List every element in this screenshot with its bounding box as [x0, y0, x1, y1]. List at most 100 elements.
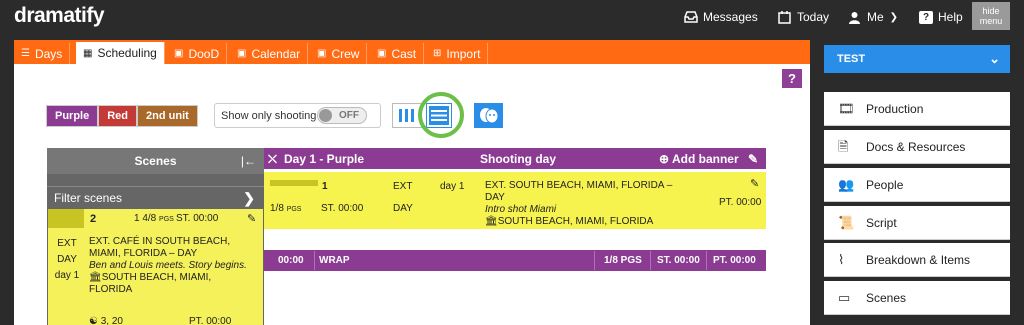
pencil-icon[interactable]: ✎ [748, 152, 758, 166]
scene-time-of-day: DAY [57, 254, 77, 265]
filter-2nd-unit-button[interactable]: 2nd unit [137, 105, 198, 127]
tab-label: Crew [331, 46, 360, 61]
sidebar-item-people[interactable]: 👥 People [824, 168, 1010, 202]
chevron-down-icon: ❯ [889, 11, 899, 23]
add-banner-button[interactable]: ⊕ Add banner [659, 152, 739, 166]
tab-days[interactable]: ☰ Days [14, 43, 71, 64]
theater-masks-icon [480, 108, 499, 124]
sidebar-item-breakdown[interactable]: ⌇ Breakdown & Items [824, 243, 1010, 277]
row-synopsis: Intro shot Miami [485, 204, 557, 215]
calendar-icon: ▣ [377, 48, 387, 59]
logo[interactable]: dramatify [14, 4, 105, 28]
row-pages: 1/8 PGS [270, 203, 301, 214]
row-pages-unit: PGS [286, 206, 302, 213]
row-location-text: SOUTH BEACH, MIAMI, FLORIDA [497, 216, 654, 227]
row-scene-number: 1 [322, 181, 328, 192]
tab-calendar[interactable]: ▣ Calendar [230, 43, 309, 64]
scene-synopsis: Ben and Louis meets. Story begins. [89, 260, 247, 271]
scene-color-strip [270, 180, 318, 186]
document-icon: 🗎 [838, 139, 849, 154]
project-selector[interactable]: TEST ⌄ [824, 45, 1010, 73]
filter-scenes-row[interactable]: Filter scenes ❯ [47, 186, 264, 208]
pencil-icon[interactable]: ✎ [247, 212, 256, 225]
scene-location: 🏛SOUTH BEACH, MIAMI, FLORIDA [89, 272, 257, 296]
show-only-shooting: Show only shooting OFF [214, 103, 381, 128]
add-banner-label: Add banner [671, 152, 739, 166]
day-scene-row[interactable]: 1 EXT day 1 1/8 PGS ST. 00:00 DAY EXT. S… [264, 172, 766, 229]
breakdown-icon: ⌇ [838, 252, 845, 267]
toggle-state: OFF [339, 110, 359, 121]
tab-import[interactable]: ⊞ Import [426, 43, 489, 64]
sidebar-item-production[interactable]: 🎞 Production [824, 92, 1010, 126]
sidebar-item-script[interactable]: 📜 Script [824, 206, 1010, 240]
location-icon: 🏛 [485, 216, 498, 227]
sidebar-item-scenes[interactable]: ▭ Scenes [824, 281, 1010, 315]
shooting-day-header: ⛌ Day 1 - Purple Shooting day ⊕ Add bann… [264, 148, 766, 169]
top-bar: dramatify Messages Today Me ❯ ? Help hid… [0, 0, 1024, 36]
list-icon: ☰ [21, 48, 30, 59]
shooting-day-label: Shooting day [480, 152, 556, 166]
sidebar-item-docs[interactable]: 🗎 Docs & Resources [824, 130, 1010, 164]
tab-cast[interactable]: ▣ Cast [370, 43, 425, 64]
separator [650, 251, 651, 270]
drama-view-button[interactable] [474, 103, 503, 128]
hide-menu-line-2: menu [979, 16, 1003, 26]
me-menu[interactable]: Me ❯ [848, 10, 898, 24]
cast-icon: ☯ [89, 316, 98, 325]
row-start-time: ST. 00:00 [321, 203, 364, 214]
scene-day: day 1 [54, 270, 80, 281]
scenes-title: Scenes [134, 154, 177, 168]
grid-icon: ▦ [83, 47, 93, 59]
scene-footer: ☯ 3, 20 PT. 00:00 [89, 316, 259, 325]
script-icon: 📜 [838, 215, 855, 230]
help-button[interactable]: ? [782, 69, 802, 88]
tab-label: Import [446, 46, 481, 61]
inbox-icon [684, 10, 698, 24]
scenes-panel: Scenes |← Filter scenes ❯ 2 1 4/8 PGS ST… [47, 148, 264, 325]
separator [314, 251, 315, 270]
question-icon: ? [919, 10, 933, 24]
columns-icon [399, 109, 414, 122]
tab-label: Calendar [251, 46, 301, 61]
calendar-icon: ▣ [237, 48, 247, 59]
scenes-icon: ▭ [838, 290, 851, 305]
filter-red-button[interactable]: Red [98, 105, 138, 127]
scene-cast: 3, 20 [100, 316, 123, 325]
wrap-start: ST. 00:00 [657, 255, 700, 266]
row-location: 🏛SOUTH BEACH, MIAMI, FLORIDA [485, 216, 675, 228]
highlight-ring [418, 92, 464, 138]
sidebar: TEST ⌄ 🎞 Production 🗎 Docs & Resources 👥… [810, 36, 1024, 325]
scene-pages-value: 1 4/8 [134, 213, 157, 224]
hide-menu-line-1: hide [982, 6, 1000, 16]
separator [594, 251, 595, 270]
hide-menu-button[interactable]: hide menu [972, 2, 1010, 30]
messages-link[interactable]: Messages [684, 10, 758, 24]
scene-card[interactable]: 2 1 4/8 PGS ST. 00:00 ✎ EXT DAY day 1 EX… [48, 209, 263, 325]
wrap-row[interactable]: 00:00 WRAP 1/8 PGS ST. 00:00 PT. 00:00 [264, 250, 766, 271]
shooting-toggle[interactable]: OFF [317, 107, 367, 124]
tab-label: Scheduling [97, 46, 157, 60]
sidebar-item-label: Breakdown & Items [866, 253, 971, 267]
scene-number: 2 [90, 213, 97, 225]
tab-scheduling[interactable]: ▦ Scheduling [76, 42, 165, 64]
film-icon: 🎞 [838, 101, 855, 116]
scene-pages: 1 4/8 PGS [134, 213, 174, 224]
sidebar-item-label: Production [866, 102, 924, 116]
wrap-label: WRAP [319, 255, 350, 266]
scene-color-strip [48, 209, 84, 228]
today-link[interactable]: Today [778, 10, 829, 24]
pencil-icon[interactable]: ✎ [750, 177, 759, 190]
row-heading: EXT. SOUTH BEACH, MIAMI, FLORIDA – DAY [485, 180, 673, 203]
row-pages-value: 1/8 [270, 203, 284, 214]
scene-meta: EXT DAY day 1 [54, 236, 80, 284]
help-link[interactable]: ? Help [919, 10, 963, 24]
color-filters: Purple Red 2nd unit [46, 105, 198, 127]
tab-dood[interactable]: ▣ DooD [167, 43, 228, 64]
tab-crew[interactable]: ▣ Crew [310, 43, 368, 64]
filter-purple-button[interactable]: Purple [46, 105, 99, 127]
scene-start-time: ST. 00:00 [176, 213, 219, 224]
people-icon: 👥 [838, 177, 855, 192]
row-pt: PT. 00:00 [719, 197, 762, 208]
collapse-icon[interactable]: |← [241, 148, 256, 174]
row-int-ext: EXT [393, 181, 413, 192]
